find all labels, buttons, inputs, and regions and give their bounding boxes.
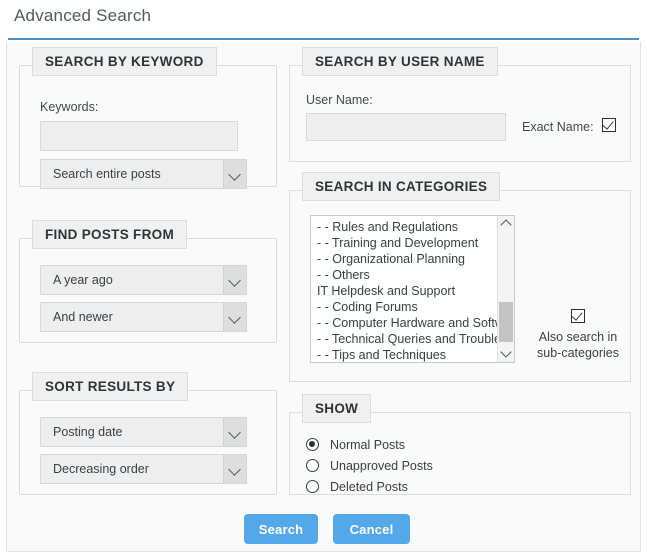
list-item[interactable]: - - Tips and Techniques — [311, 347, 497, 362]
radio-unapproved-posts-label: Unapproved Posts — [330, 459, 433, 473]
find-posts-from-select[interactable]: A year ago — [40, 265, 247, 295]
legend-search-by-user-name: SEARCH BY USER NAME — [302, 47, 498, 76]
legend-search-by-keyword: SEARCH BY KEYWORD — [32, 47, 217, 76]
sort-by-select-value: Posting date — [53, 425, 123, 439]
sort-order-select[interactable]: Decreasing order — [40, 454, 247, 484]
find-posts-direction-select[interactable]: And newer — [40, 302, 247, 332]
find-posts-direction-select-value: And newer — [53, 310, 113, 324]
list-item[interactable]: - - Computer Hardware and Softw — [311, 315, 497, 331]
categories-listbox-items: - - Rules and Regulations - - Training a… — [311, 219, 497, 362]
radio-icon — [306, 480, 319, 493]
radio-icon — [306, 438, 319, 451]
page-title: Advanced Search — [14, 6, 152, 25]
list-item[interactable]: - - Technical Queries and Trouble — [311, 331, 497, 347]
fieldset-search-in-categories: SEARCH IN CATEGORIES - - Rules and Regul… — [289, 172, 631, 382]
keywords-input[interactable] — [40, 121, 238, 151]
list-item[interactable]: - - Training and Development — [311, 235, 497, 251]
keyword-scope-select-value: Search entire posts — [53, 167, 161, 181]
fieldset-search-by-keyword: SEARCH BY KEYWORD Keywords: Search entir… — [19, 47, 277, 189]
advanced-search-page: Advanced Search SEARCH BY KEYWORD Keywor… — [0, 0, 647, 558]
chevron-down-icon — [223, 266, 246, 294]
categories-listbox[interactable]: - - Rules and Regulations - - Training a… — [310, 215, 515, 363]
list-item[interactable]: - - Organizational Planning — [311, 251, 497, 267]
chevron-down-icon — [223, 160, 246, 188]
list-item[interactable]: - - Coding Forums — [311, 299, 497, 315]
legend-search-in-categories: SEARCH IN CATEGORIES — [302, 172, 501, 201]
list-item[interactable]: - - Others — [311, 267, 497, 283]
also-search-subcategories-checkbox[interactable] — [571, 309, 585, 323]
radio-deleted-posts-label: Deleted Posts — [330, 480, 408, 494]
user-name-input[interactable] — [306, 113, 506, 141]
advanced-search-form-panel: SEARCH BY KEYWORD Keywords: Search entir… — [6, 42, 641, 552]
search-button[interactable]: Search — [244, 514, 318, 544]
cancel-button[interactable]: Cancel — [333, 514, 410, 544]
chevron-down-icon — [223, 418, 246, 446]
scrollbar-thumb[interactable] — [499, 302, 513, 342]
legend-show: SHOW — [302, 394, 372, 423]
keyword-scope-select[interactable]: Search entire posts — [40, 159, 247, 189]
radio-normal-posts-label: Normal Posts — [330, 438, 406, 452]
find-posts-from-select-value: A year ago — [53, 273, 113, 287]
page-header: Advanced Search — [0, 0, 647, 40]
also-search-subcategories-label: Also search in sub-categories — [528, 329, 628, 361]
sort-order-select-value: Decreasing order — [53, 462, 149, 476]
chevron-up-icon[interactable] — [498, 216, 514, 232]
exact-name-checkbox[interactable] — [602, 118, 616, 132]
chevron-down-icon — [223, 455, 246, 483]
subcategories-label-line2: sub-categories — [537, 346, 619, 360]
fieldset-sort-results-by: SORT RESULTS BY Posting date Decreasing … — [19, 372, 277, 495]
exact-name-label: Exact Name: — [522, 120, 594, 134]
legend-find-posts-from: FIND POSTS FROM — [32, 220, 187, 249]
list-item[interactable]: IT Helpdesk and Support — [311, 283, 497, 299]
keywords-label: Keywords: — [40, 100, 99, 114]
sort-by-select[interactable]: Posting date — [40, 417, 247, 447]
subcategories-label-line1: Also search in — [538, 330, 618, 344]
radio-icon — [306, 459, 319, 472]
chevron-down-icon[interactable] — [498, 346, 514, 362]
title-divider — [8, 38, 639, 40]
fieldset-find-posts-from: FIND POSTS FROM A year ago And newer — [19, 220, 277, 343]
user-name-label: User Name: — [306, 93, 373, 107]
fieldset-search-by-user-name: SEARCH BY USER NAME User Name: Exact Nam… — [289, 47, 631, 162]
fieldset-show: SHOW Normal Posts Unapproved Posts Delet… — [289, 394, 631, 495]
chevron-down-icon — [223, 303, 246, 331]
legend-sort-results-by: SORT RESULTS BY — [32, 372, 189, 401]
list-item[interactable]: - - Rules and Regulations — [311, 219, 497, 235]
categories-scrollbar[interactable] — [497, 216, 514, 362]
